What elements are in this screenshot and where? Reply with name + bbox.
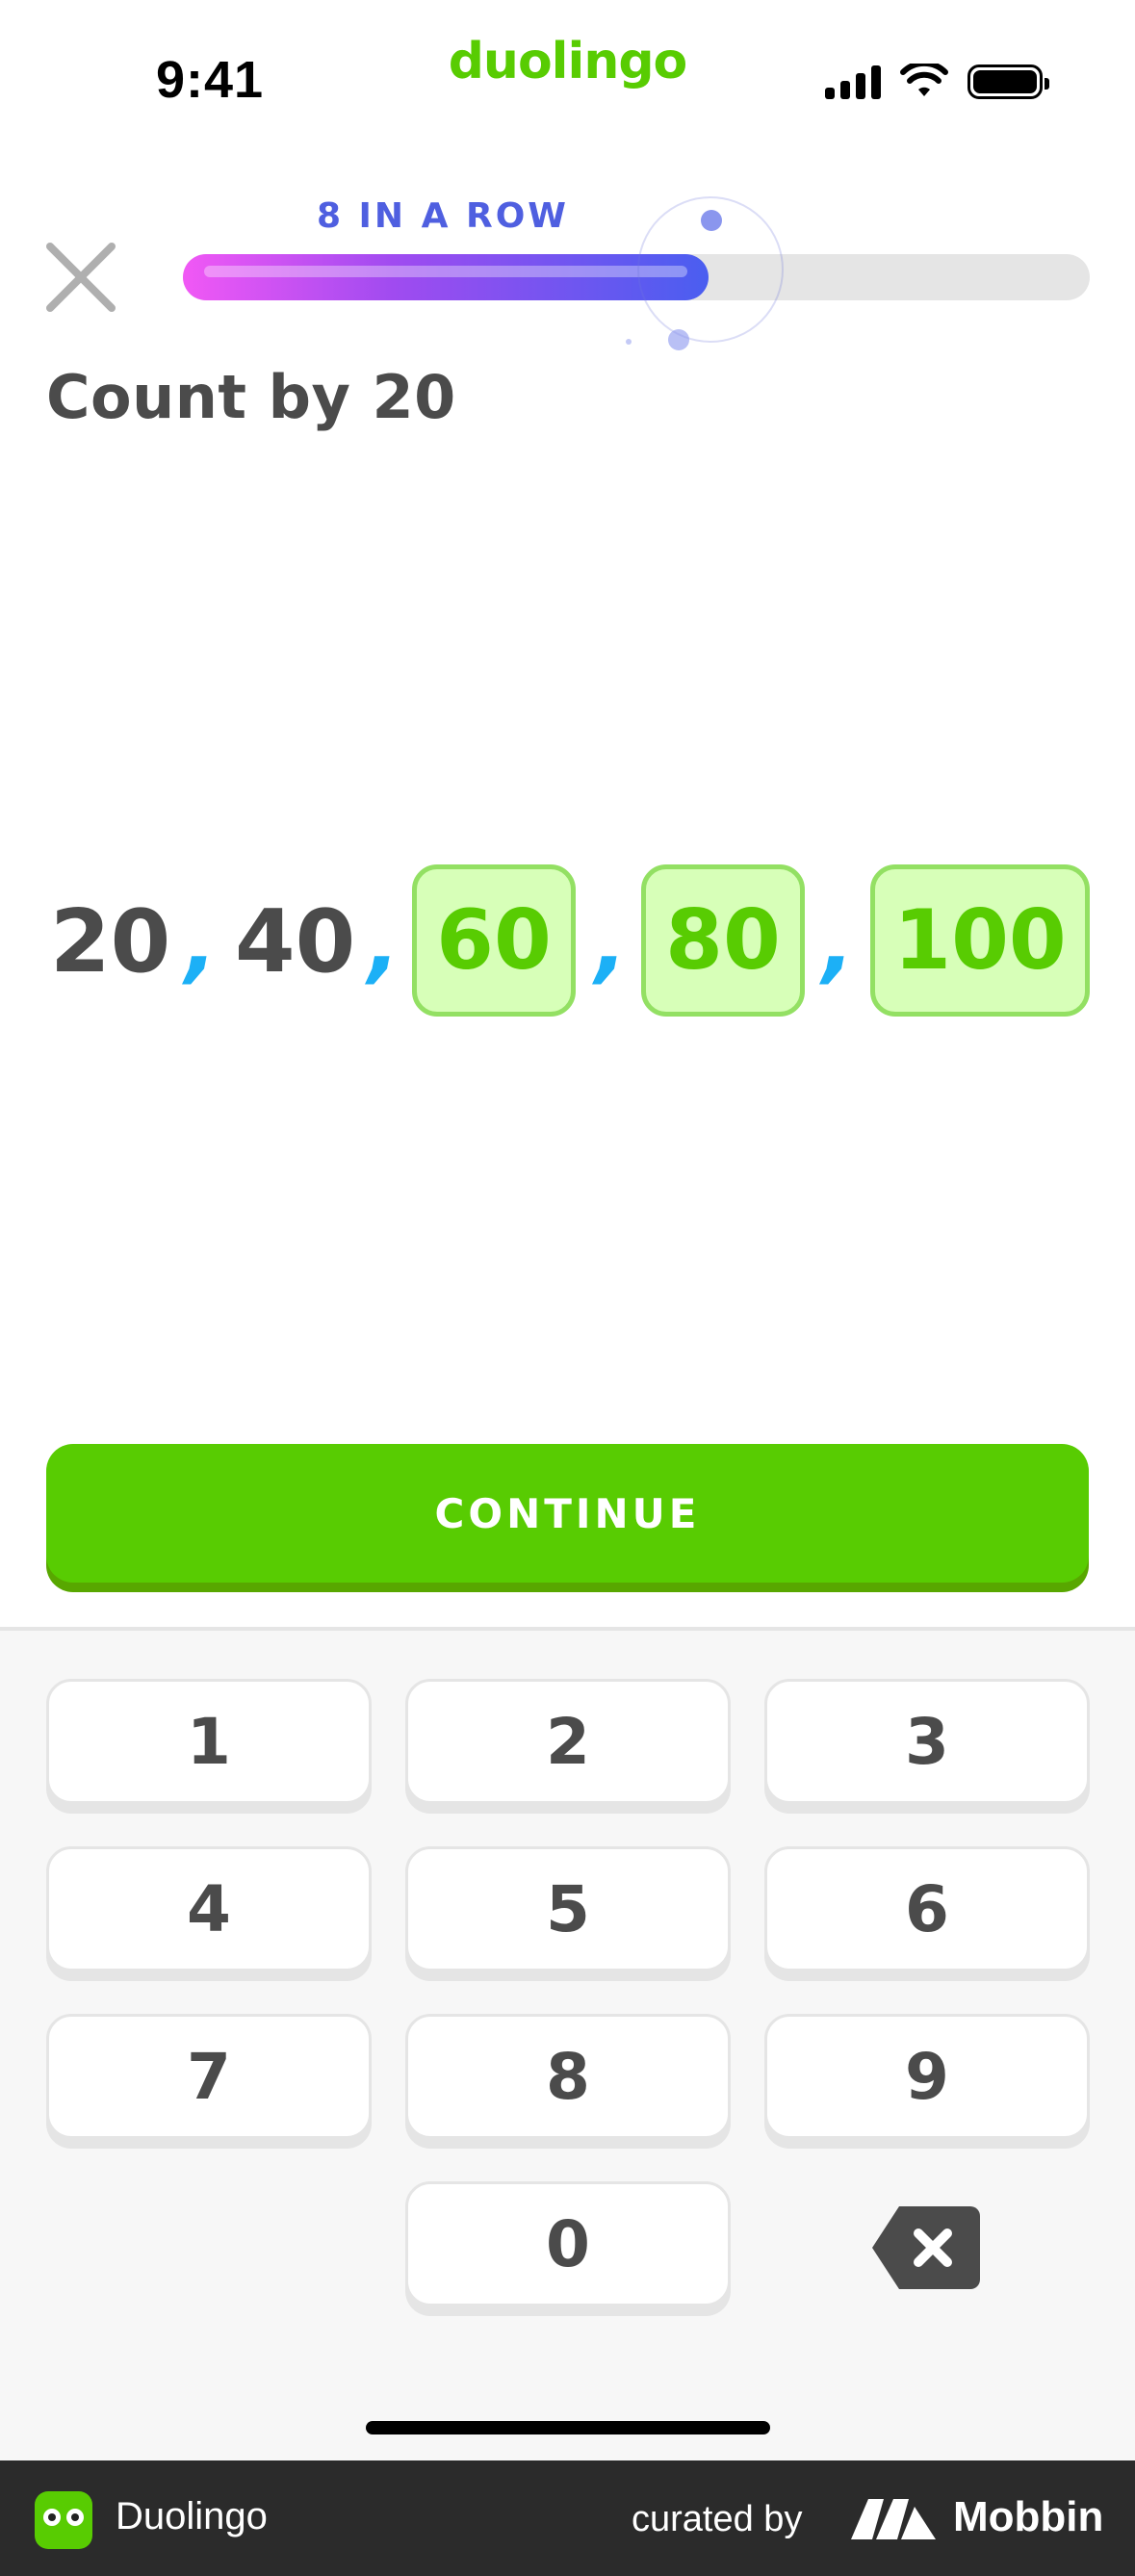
sequence-number: 20 [50,891,171,992]
mobbin-logo-icon [851,2499,936,2539]
home-indicator[interactable] [366,2421,770,2434]
backspace-icon [872,2206,980,2289]
lesson-progress-fill [183,254,709,300]
footer-bar: Duolingo curated by Mobbin [0,2460,1135,2576]
sequence-number: 40 [235,891,356,992]
cellular-signal-icon [825,64,881,99]
close-icon [46,243,116,312]
battery-icon [967,64,1049,99]
sequence-comma: , [822,893,855,992]
streak-spark [626,339,632,345]
key-0[interactable]: 0 [405,2181,731,2306]
streak-spark [668,329,689,350]
key-3[interactable]: 3 [764,1679,1090,1804]
progress-shine [204,266,688,277]
key-7[interactable]: 7 [46,2014,372,2139]
sequence-comma: , [368,893,400,992]
status-icons [825,64,1049,100]
exercise-prompt: Count by 20 [46,362,456,432]
continue-button[interactable]: CONTINUE [46,1444,1089,1583]
key-5[interactable]: 5 [405,1846,731,1971]
footer-brand: Mobbin [953,2493,1104,2540]
footer-app-name: Duolingo [116,2495,268,2537]
streak-label: 8 IN A ROW [316,196,570,236]
answer-box[interactable]: 60 [412,864,576,1017]
answer-box[interactable]: 100 [870,864,1090,1017]
lesson-progress-bar [183,254,1090,300]
streak-spark [701,210,722,231]
key-2[interactable]: 2 [405,1679,731,1804]
number-sequence: 20 , 40 , 60 , 80 , 100 [50,864,1090,1017]
sequence-comma: , [185,893,218,992]
footer-curated-by: curated by [632,2499,803,2539]
wifi-icon [900,64,948,96]
close-button[interactable] [44,241,117,314]
key-4[interactable]: 4 [46,1846,372,1971]
answer-box[interactable]: 80 [641,864,805,1017]
sequence-comma: , [595,893,628,992]
key-1[interactable]: 1 [46,1679,372,1804]
key-9[interactable]: 9 [764,2014,1090,2139]
key-8[interactable]: 8 [405,2014,731,2139]
duolingo-owl-icon [35,2491,92,2549]
key-6[interactable]: 6 [764,1846,1090,1971]
backspace-button[interactable] [870,2204,982,2291]
